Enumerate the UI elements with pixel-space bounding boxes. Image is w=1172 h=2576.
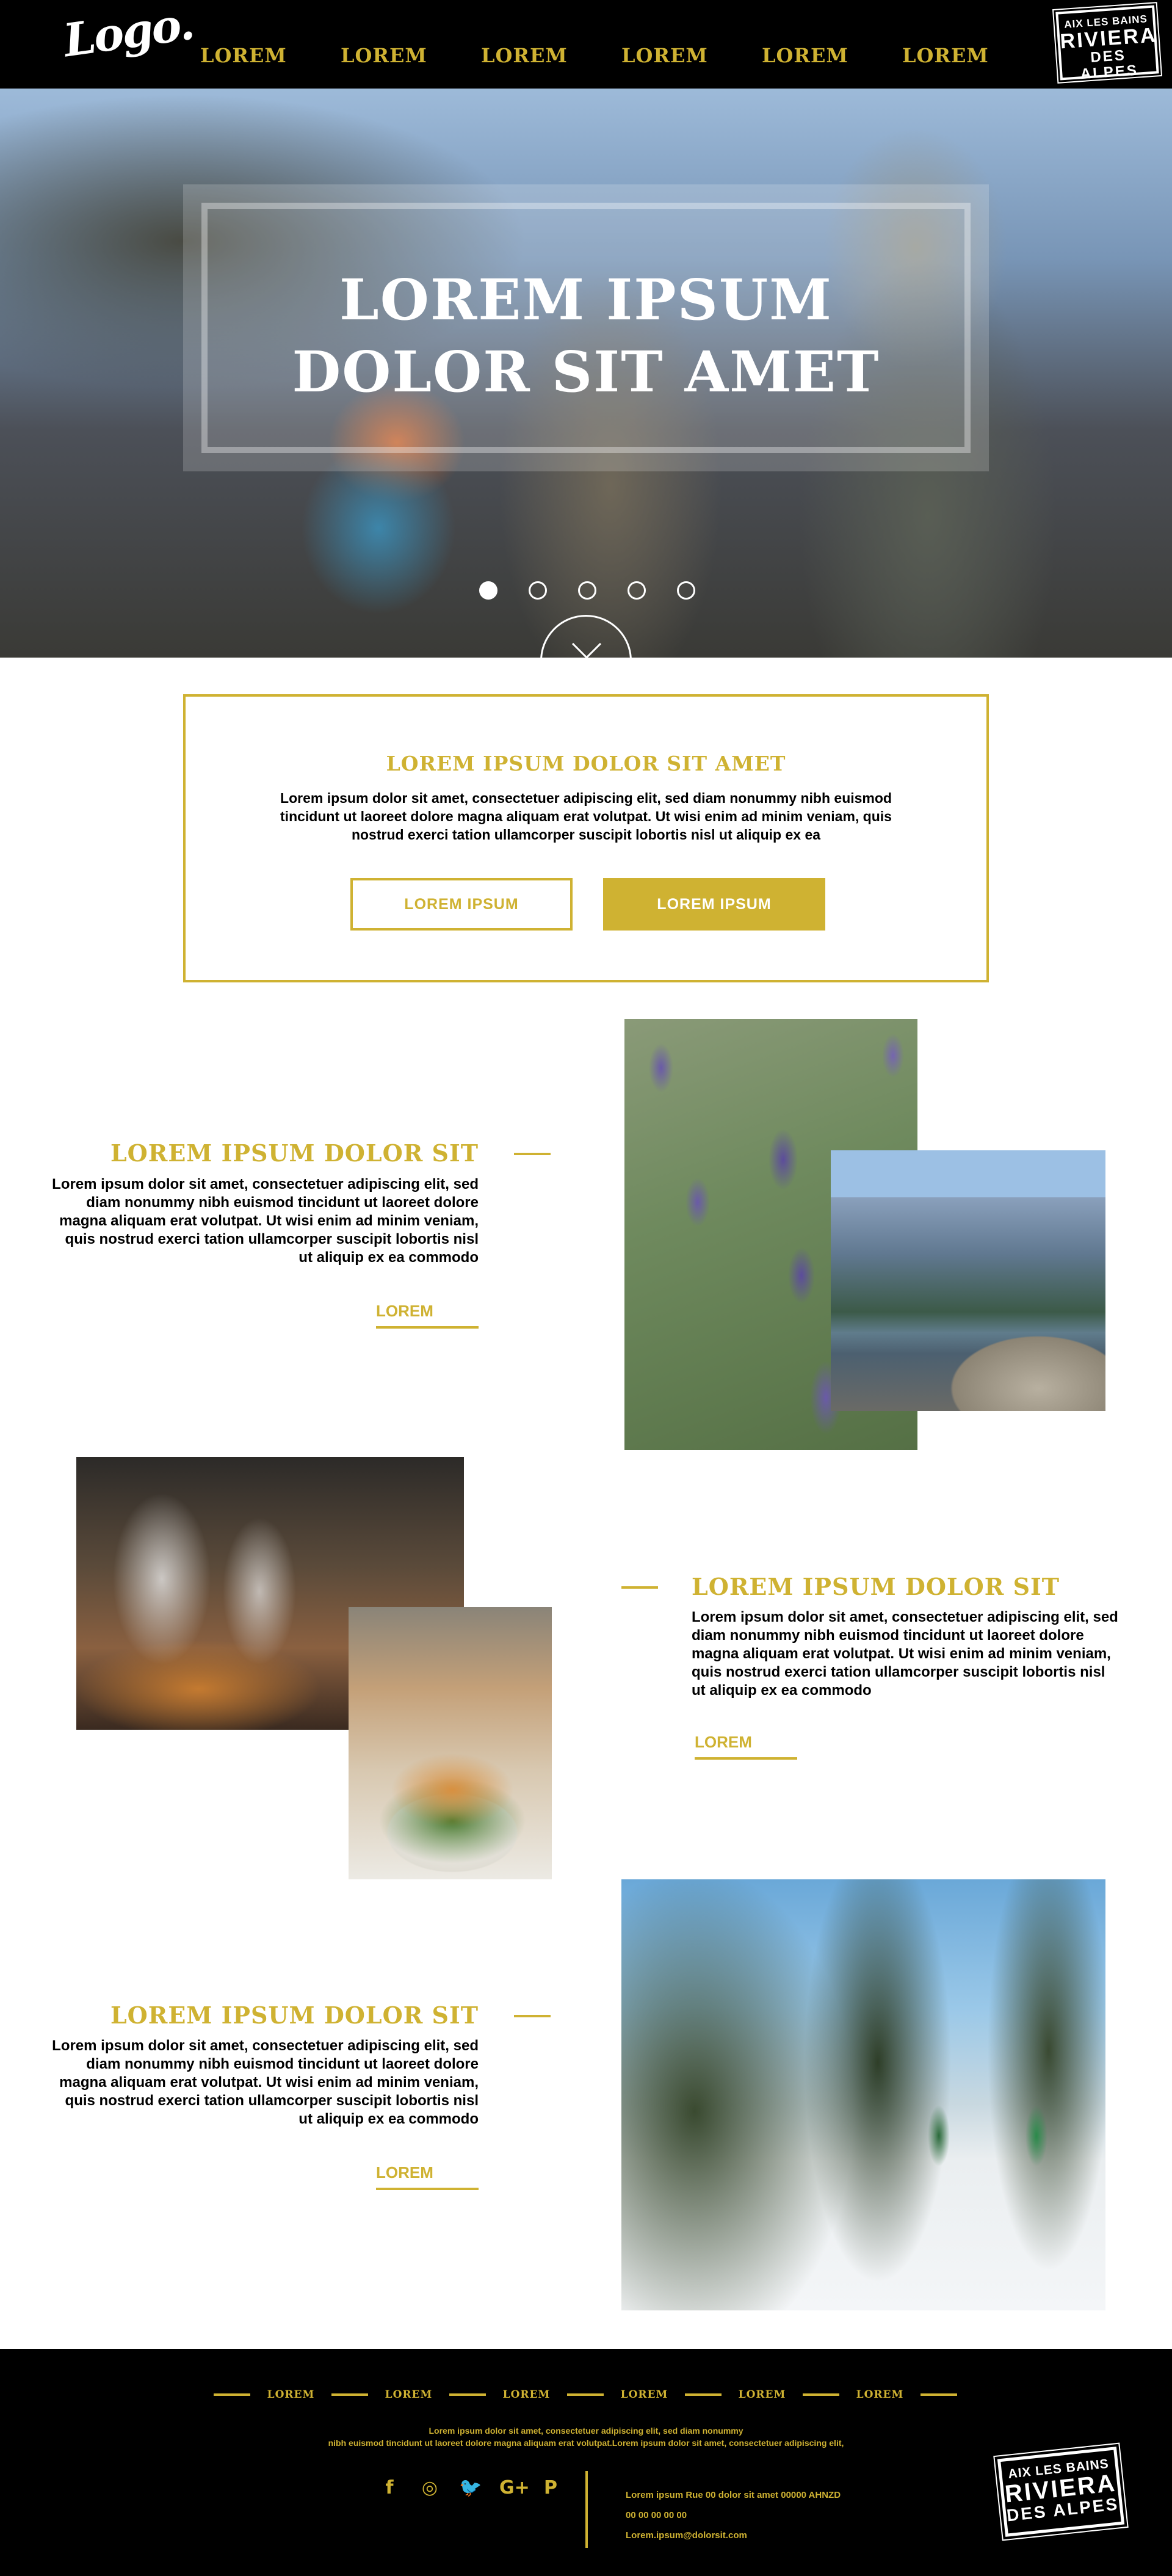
site-logo[interactable]: Logo. bbox=[60, 0, 196, 67]
footer-text-line-1: Lorem ipsum dolor sit amet, consectetuer… bbox=[429, 2426, 743, 2436]
footer-riviera-badge-logo[interactable]: AIX LES BAINS RIVIERA DES ALPES bbox=[993, 2442, 1129, 2541]
feature-3-link[interactable]: LOREM bbox=[376, 2163, 479, 2190]
social-links: f ◎ 🐦 G+ P bbox=[378, 2477, 562, 2498]
menu-item-3[interactable]: LOREM bbox=[481, 44, 621, 67]
main-menu: LOREM LOREM LOREM LOREM LOREM LOREM bbox=[200, 44, 1043, 92]
footer-menu-item-1[interactable]: LOREM bbox=[250, 2389, 331, 2401]
intro-title: LOREM IPSUM DOLOR SIT AMET bbox=[386, 752, 786, 775]
slider-dot-4[interactable] bbox=[628, 581, 646, 600]
menu-item-2[interactable]: LOREM bbox=[341, 44, 481, 67]
slider-dot-2[interactable] bbox=[529, 581, 547, 600]
intro-box: LOREM IPSUM DOLOR SIT AMET Lorem ipsum d… bbox=[183, 694, 989, 982]
footer-divider bbox=[585, 2471, 588, 2548]
footer-menu-item-5[interactable]: LOREM bbox=[722, 2389, 803, 2401]
footer-menu-item-6[interactable]: LOREM bbox=[839, 2389, 921, 2401]
footer-menu: LOREM LOREM LOREM LOREM LOREM LOREM bbox=[214, 2389, 957, 2401]
slider-pagination bbox=[479, 581, 695, 600]
slider-dot-3[interactable] bbox=[578, 581, 596, 600]
facebook-icon[interactable]: f bbox=[378, 2477, 400, 2498]
feature-2-title: LOREM IPSUM DOLOR SIT bbox=[692, 1573, 1060, 1600]
contact-email[interactable]: Lorem.ipsum@dolorsit.com bbox=[626, 2525, 841, 2545]
hiking-photo bbox=[621, 1879, 1105, 2310]
chevron-down-icon bbox=[571, 629, 602, 658]
footer-menu-item-4[interactable]: LOREM bbox=[604, 2389, 685, 2401]
footer-menu-dash bbox=[214, 2393, 250, 2396]
hero-title: LOREM IPSUM DOLOR SIT AMET bbox=[183, 264, 989, 408]
intro-solid-button[interactable]: LOREM IPSUM bbox=[603, 878, 825, 931]
menu-item-4[interactable]: LOREM bbox=[621, 44, 762, 67]
footer-menu-dash bbox=[803, 2393, 839, 2396]
mountain-lake-photo bbox=[831, 1150, 1105, 1411]
menu-item-6[interactable]: LOREM bbox=[902, 44, 1043, 67]
top-navigation-bar: Logo. LOREM LOREM LOREM LOREM LOREM LORE… bbox=[0, 0, 1172, 92]
feature-1-dash bbox=[514, 1153, 551, 1155]
footer-menu-item-2[interactable]: LOREM bbox=[368, 2389, 449, 2401]
hero-title-line-1: LOREM IPSUM bbox=[339, 267, 833, 333]
google-plus-icon[interactable]: G+ bbox=[499, 2477, 530, 2498]
dish-photo bbox=[349, 1607, 552, 1879]
hero-title-line-2: DOLOR SIT AMET bbox=[292, 339, 880, 405]
pinterest-icon[interactable]: P bbox=[540, 2477, 562, 2498]
menu-item-5[interactable]: LOREM bbox=[762, 44, 902, 67]
footer-menu-dash bbox=[331, 2393, 368, 2396]
slider-dot-5[interactable] bbox=[677, 581, 695, 600]
site-footer: LOREM LOREM LOREM LOREM LOREM LOREM Lore… bbox=[0, 2349, 1172, 2576]
feature-1-title: LOREM IPSUM DOLOR SIT bbox=[110, 1139, 479, 1167]
scroll-down-button[interactable] bbox=[540, 615, 632, 658]
contact-address: Lorem ipsum Rue 00 dolor sit amet 00000 … bbox=[626, 2490, 841, 2500]
feature-3-title: LOREM IPSUM DOLOR SIT bbox=[110, 2001, 479, 2029]
instagram-icon[interactable]: ◎ bbox=[419, 2477, 441, 2498]
footer-description: Lorem ipsum dolor sit amet, consectetuer… bbox=[0, 2425, 1172, 2449]
footer-menu-dash bbox=[449, 2393, 486, 2396]
intro-text: Lorem ipsum dolor sit amet, consectetuer… bbox=[280, 790, 892, 843]
feature-2-text: Lorem ipsum dolor sit amet, consectetuer… bbox=[692, 1609, 1118, 1699]
feature-3-text: Lorem ipsum dolor sit amet, consectetuer… bbox=[52, 2037, 479, 2127]
menu-item-1[interactable]: LOREM bbox=[200, 44, 341, 92]
feature-2-link[interactable]: LOREM bbox=[695, 1733, 797, 1760]
hero-slider: LOREM IPSUM DOLOR SIT AMET bbox=[0, 89, 1172, 658]
intro-outline-button[interactable]: LOREM IPSUM bbox=[350, 878, 573, 931]
hero-title-frame: LOREM IPSUM DOLOR SIT AMET bbox=[183, 184, 989, 471]
contact-phone[interactable]: 00 00 00 00 00 bbox=[626, 2505, 841, 2525]
contact-info: Lorem ipsum Rue 00 dolor sit amet 00000 … bbox=[626, 2485, 841, 2545]
footer-menu-dash bbox=[567, 2393, 604, 2396]
footer-menu-dash bbox=[921, 2393, 957, 2396]
footer-menu-item-3[interactable]: LOREM bbox=[486, 2389, 567, 2401]
slider-dot-1[interactable] bbox=[479, 581, 497, 600]
twitter-icon[interactable]: 🐦 bbox=[459, 2477, 482, 2498]
feature-3-dash bbox=[514, 2015, 551, 2017]
feature-1-text: Lorem ipsum dolor sit amet, consectetuer… bbox=[52, 1176, 479, 1266]
feature-1-link[interactable]: LOREM bbox=[376, 1302, 479, 1329]
footer-menu-dash bbox=[685, 2393, 722, 2396]
footer-text-line-2: nibh euismod tincidunt ut laoreet dolore… bbox=[328, 2438, 844, 2448]
riviera-badge-logo[interactable]: AIX LES BAINS RIVIERA DES ALPES bbox=[1052, 1, 1162, 84]
feature-2-dash bbox=[621, 1586, 658, 1589]
